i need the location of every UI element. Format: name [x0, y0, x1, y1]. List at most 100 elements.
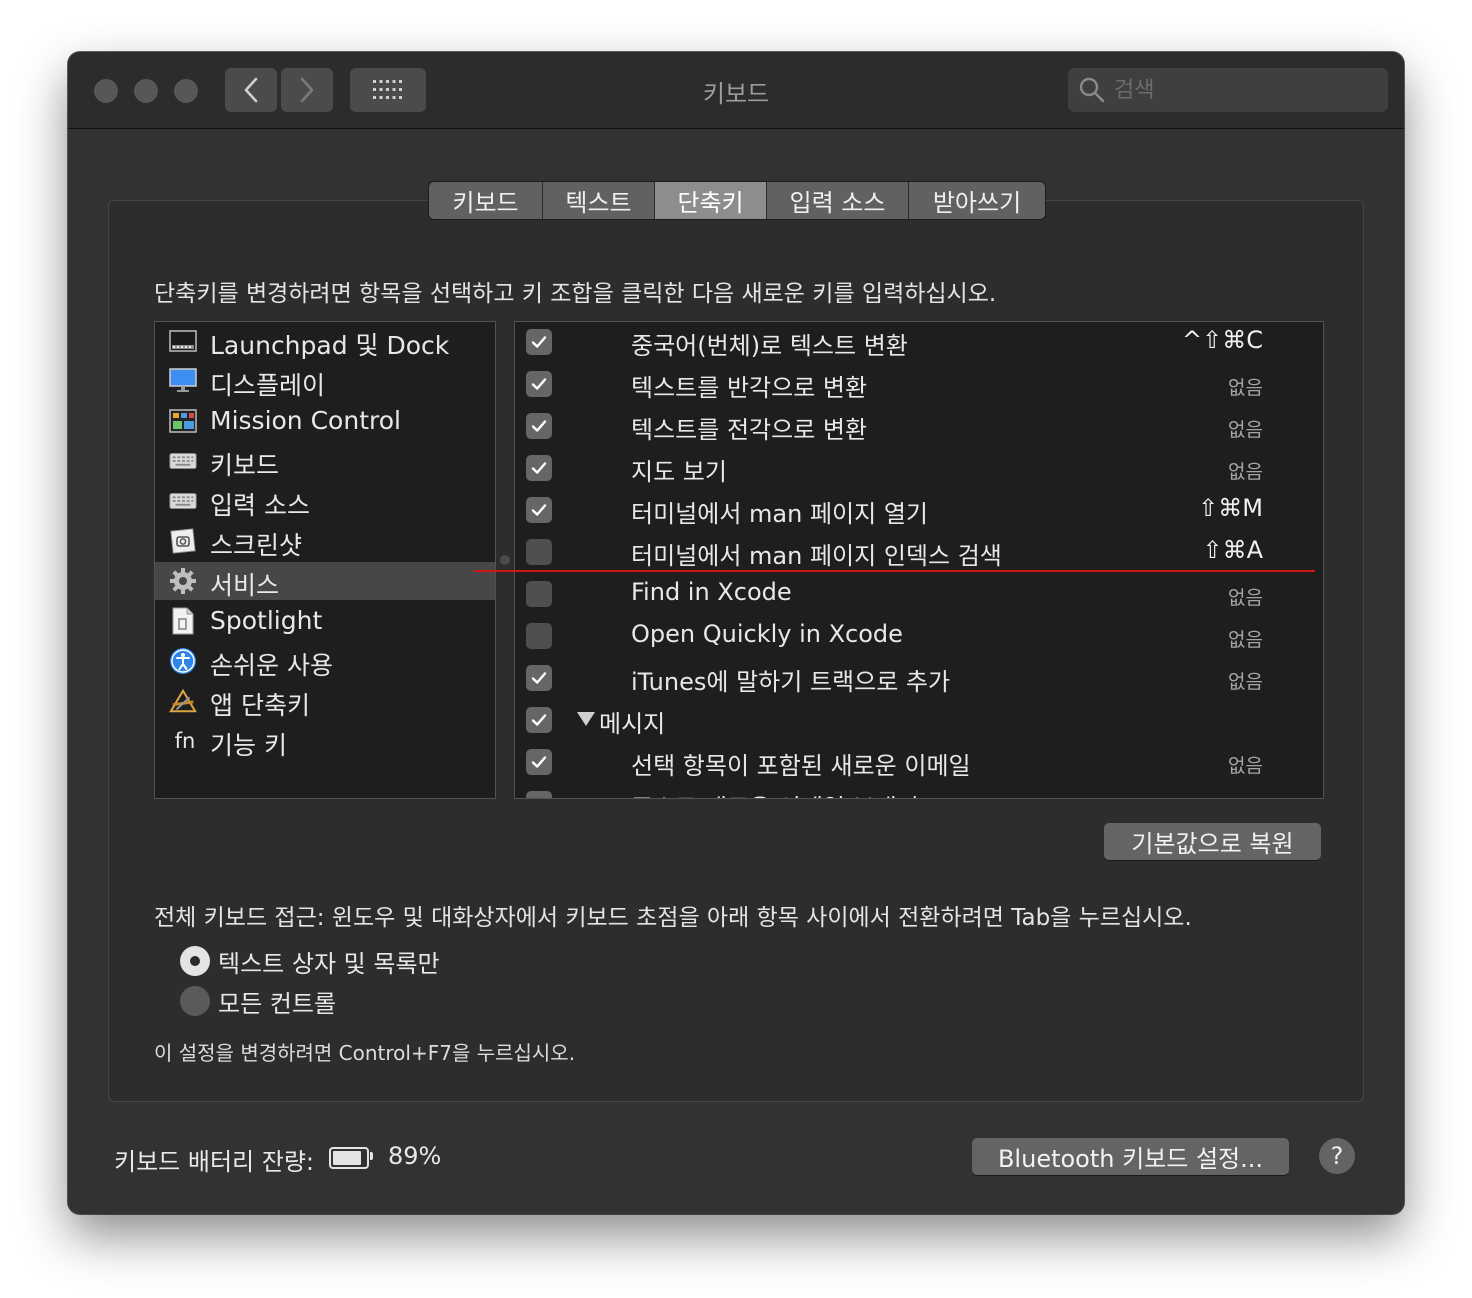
- radio-text-boxes-lists[interactable]: [180, 946, 210, 976]
- category-label: 손쉬운 사용: [210, 651, 333, 680]
- shortcut-key[interactable]: 없음: [1228, 625, 1263, 652]
- splitter-handle[interactable]: [500, 555, 510, 565]
- shortcut-row[interactable]: 텍스트를 전각으로 변환 없음: [515, 406, 1323, 448]
- category-input-sources[interactable]: 입력 소스: [155, 482, 495, 520]
- full-keyboard-access-text: 전체 키보드 접근: 윈도우 및 대화상자에서 키보드 초점을 아래 항목 사이…: [154, 905, 1192, 931]
- shortcut-key[interactable]: 없음: [1228, 415, 1263, 442]
- shortcut-row[interactable]: iTunes에 말하기 트랙으로 추가 없음: [515, 658, 1323, 700]
- tab-dictation[interactable]: 받아쓰기: [909, 182, 1045, 219]
- shortcut-key[interactable]: 없음: [1228, 583, 1263, 610]
- category-screenshots[interactable]: 스크린샷: [155, 522, 495, 560]
- shortcut-row[interactable]: 터미널에서 man 페이지 열기 ⇧⌘M: [515, 490, 1323, 532]
- category-services[interactable]: 서비스: [155, 562, 495, 600]
- shortcut-label: iTunes에 말하기 트랙으로 추가: [631, 668, 951, 696]
- checkmark-icon: [531, 378, 547, 390]
- category-list[interactable]: Launchpad 및 Dock 디스플레이 Mission Control 키…: [154, 321, 496, 799]
- shortcut-checkbox[interactable]: [526, 623, 552, 649]
- search-field[interactable]: [1068, 68, 1388, 112]
- disclosure-triangle-icon[interactable]: [577, 712, 595, 726]
- checkmark-icon: [531, 756, 547, 768]
- shortcut-key[interactable]: 없음: [1228, 457, 1263, 484]
- shortcut-row[interactable]: 선택 항목이 포함된 새로운 이메일 없음: [515, 742, 1323, 784]
- checkmark-icon: [531, 336, 547, 348]
- shortcut-list[interactable]: 중국어(번체)로 텍스트 변환 ^⇧⌘C 텍스트를 반각으로 변환 없음 텍스트…: [514, 321, 1324, 799]
- shortcut-checkbox[interactable]: [526, 539, 552, 565]
- shortcut-note: 이 설정을 변경하려면 Control+F7을 누르십시오.: [154, 1041, 576, 1065]
- category-function-keys[interactable]: fn 기능 키: [155, 722, 495, 760]
- search-icon: [1079, 77, 1105, 103]
- gear-icon: [169, 568, 197, 594]
- category-keyboard[interactable]: 키보드: [155, 442, 495, 480]
- radio-all-controls[interactable]: [180, 986, 210, 1016]
- shortcut-checkbox[interactable]: [526, 371, 552, 397]
- radio-label[interactable]: 모든 컨트롤: [218, 984, 336, 1019]
- shortcut-label: 중국어(번체)로 텍스트 변환: [631, 332, 908, 360]
- shortcut-checkbox[interactable]: [526, 497, 552, 523]
- shortcut-label: 터미널에서 man 페이지 열기: [631, 500, 928, 528]
- shortcut-checkbox[interactable]: [526, 581, 552, 607]
- shortcut-key[interactable]: 없음: [1228, 751, 1263, 778]
- shortcut-label: Find in Xcode: [631, 578, 792, 606]
- shortcut-checkbox[interactable]: [526, 455, 552, 481]
- shortcut-row[interactable]: 지도 보기 없음: [515, 448, 1323, 490]
- category-label: Launchpad 및 Dock: [210, 331, 450, 360]
- shortcut-label: 주소로 새로운 이메일 보내기: [631, 788, 919, 798]
- battery-nub: [370, 1152, 373, 1160]
- checkmark-icon: [530, 795, 548, 799]
- shortcut-checkbox[interactable]: [526, 413, 552, 439]
- shortcut-row[interactable]: Open Quickly in Xcode 없음: [515, 616, 1323, 658]
- shortcut-row[interactable]: 중국어(번체)로 텍스트 변환 ^⇧⌘C: [515, 322, 1323, 364]
- category-launchpad-dock[interactable]: Launchpad 및 Dock: [155, 322, 495, 360]
- category-accessibility[interactable]: 손쉬운 사용: [155, 642, 495, 680]
- shortcut-checkbox[interactable]: [526, 791, 552, 799]
- category-label: 입력 소스: [210, 491, 310, 520]
- title-bar: 키보드: [68, 52, 1404, 129]
- shortcut-key[interactable]: ^⇧⌘C: [1182, 326, 1263, 354]
- battery-percentage: 89%: [388, 1142, 442, 1170]
- app-shortcuts-icon: [169, 688, 197, 714]
- radio-label[interactable]: 텍스트 상자 및 목록만: [218, 944, 440, 979]
- shortcut-label: 선택 항목이 포함된 새로운 이메일: [631, 752, 971, 780]
- shortcut-row[interactable]: 주소로 새로운 이메일 보내기 없음: [515, 784, 1323, 799]
- shortcut-key[interactable]: ⇧⌘A: [1202, 536, 1263, 564]
- category-app-shortcuts[interactable]: 앱 단축키: [155, 682, 495, 720]
- category-spotlight[interactable]: Spotlight: [155, 602, 495, 640]
- checkmark-icon: [531, 462, 547, 474]
- shortcut-key[interactable]: ⇧⌘M: [1198, 494, 1263, 522]
- category-label: 서비스: [210, 571, 280, 600]
- battery-label: 키보드 배터리 잔량:: [114, 1148, 314, 1176]
- search-input[interactable]: [1112, 76, 1366, 104]
- shortcut-row[interactable]: 터미널에서 man 페이지 인덱스 검색 ⇧⌘A: [515, 532, 1323, 574]
- shortcut-key[interactable]: 없음: [1228, 373, 1263, 400]
- help-button[interactable]: ?: [1319, 1138, 1355, 1174]
- shortcut-key[interactable]: 없음: [1228, 667, 1263, 694]
- mission-control-icon: [169, 408, 197, 434]
- shortcut-row[interactable]: 텍스트를 반각으로 변환 없음: [515, 364, 1323, 406]
- checkmark-icon: [531, 420, 547, 432]
- radio-dot-icon: [190, 956, 200, 966]
- shortcut-checkbox[interactable]: [526, 707, 552, 733]
- shortcut-group-label: 메시지: [599, 710, 666, 738]
- tab-shortcuts[interactable]: 단축키: [655, 182, 767, 219]
- tab-keyboard[interactable]: 키보드: [429, 182, 543, 219]
- tab-input-sources[interactable]: 입력 소스: [767, 182, 909, 219]
- keyboard-icon: [169, 448, 197, 474]
- category-display[interactable]: 디스플레이: [155, 362, 495, 400]
- restore-defaults-button[interactable]: 기본값으로 복원: [1104, 823, 1321, 860]
- shortcut-label: 지도 보기: [631, 458, 727, 486]
- shortcut-checkbox[interactable]: [526, 329, 552, 355]
- shortcut-label: 텍스트를 반각으로 변환: [631, 374, 868, 402]
- shortcut-key[interactable]: 없음: [1228, 793, 1263, 798]
- shortcut-checkbox[interactable]: [526, 665, 552, 691]
- input-source-icon: [169, 488, 197, 514]
- shortcut-group-row[interactable]: 메시지: [515, 700, 1323, 742]
- tab-bar: 키보드 텍스트 단축키 입력 소스 받아쓰기: [428, 181, 1046, 220]
- shortcut-checkbox[interactable]: [526, 749, 552, 775]
- bluetooth-keyboard-setup-button[interactable]: Bluetooth 키보드 설정...: [972, 1138, 1289, 1175]
- shortcut-row[interactable]: Find in Xcode 없음: [515, 574, 1323, 616]
- spotlight-icon: [169, 607, 197, 635]
- tab-text[interactable]: 텍스트: [543, 182, 655, 219]
- category-label: Mission Control: [210, 406, 401, 435]
- shortcut-label: Open Quickly in Xcode: [631, 620, 903, 648]
- category-mission-control[interactable]: Mission Control: [155, 402, 495, 440]
